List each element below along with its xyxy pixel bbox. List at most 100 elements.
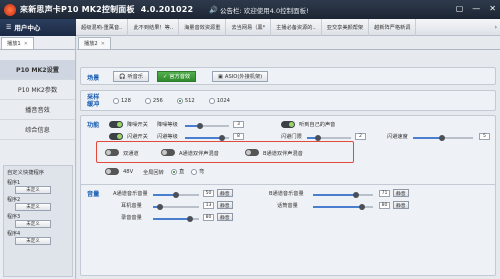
- asio-icon: ▣: [218, 73, 223, 80]
- sidebar-tabs: 播放1 ✕: [0, 36, 75, 50]
- nav-link-1[interactable]: 超级混响-重萬音..: [76, 18, 129, 36]
- user-center-button[interactable]: ☰ 用户中心: [0, 18, 76, 36]
- program-label: 程序2: [7, 197, 21, 203]
- notice-icon: 🔊: [209, 5, 219, 14]
- program-slot: 程序3 未定义: [4, 212, 72, 229]
- earphone-mute-button[interactable]: 静音: [217, 201, 233, 209]
- nav-link-7[interactable]: 越新阵严格新调: [369, 18, 417, 36]
- a-music-volume-label: A通道音乐音量: [113, 191, 148, 197]
- title-bar: 來新思声卡P10 MK2控制面板 4.0.201022 🔊 公告栏: 欢迎使用4…: [0, 0, 500, 19]
- radio-dot-icon: [144, 98, 151, 104]
- loop-bend-label: 弯: [199, 169, 205, 175]
- close-icon[interactable]: ✕: [24, 41, 28, 47]
- radio-dot-icon: [208, 98, 215, 104]
- b-music-volume-slider[interactable]: [313, 192, 373, 198]
- sample-label: 采样 缓冲: [87, 94, 100, 108]
- side-menu: P10 MK2设置 P10 MK2参数 播音音效 综合信息: [0, 60, 75, 140]
- a-music-volume-slider[interactable]: [153, 192, 199, 198]
- earphone-volume-value[interactable]: 13: [203, 202, 214, 209]
- tab-play2[interactable]: 播放2 ✕: [78, 37, 111, 49]
- loop-bend-radio[interactable]: 弯: [191, 168, 204, 175]
- close-icon[interactable]: ✕: [101, 41, 105, 47]
- scene-official-button[interactable]: ✓ 官方音效: [157, 71, 197, 82]
- radio-dot-icon: [171, 168, 177, 175]
- headphone-icon: 🎧: [119, 73, 126, 80]
- program-1-button[interactable]: 未定义: [15, 186, 51, 194]
- denoise-level-value[interactable]: 3: [233, 121, 244, 128]
- nav-link-2[interactable]: 此不到结果！等..: [128, 18, 180, 36]
- chevron-right-icon[interactable]: ›: [495, 24, 497, 31]
- sidebar-item-effects[interactable]: 播音音效: [0, 100, 75, 120]
- main-tabs: 播放2 ✕: [77, 36, 500, 50]
- program-3-button[interactable]: 未定义: [15, 220, 51, 228]
- ducking-level-value[interactable]: 8: [233, 133, 244, 140]
- tab-play1[interactable]: 播放1 ✕: [1, 37, 34, 49]
- restore-button[interactable]: ▢: [456, 4, 464, 13]
- loop-straight-label: 直: [179, 169, 185, 175]
- b-music-volume-label: B通道音乐音量: [269, 191, 304, 197]
- sample-panel: 采样 缓冲 128 256 512 1024: [80, 90, 496, 111]
- radio-dot-icon: [176, 98, 183, 104]
- sample-option: 512: [184, 98, 195, 104]
- ducking-level-label: 闪避等级: [157, 134, 178, 140]
- a-music-mute-button[interactable]: 静音: [217, 189, 233, 197]
- sample-256-radio[interactable]: 256: [144, 98, 163, 104]
- radio-dot-icon: [191, 168, 197, 175]
- program-slot: 程序2 未定义: [4, 195, 72, 212]
- denoise-toggle[interactable]: [109, 121, 123, 128]
- ducking-speed-slider[interactable]: [413, 135, 473, 141]
- app-logo-icon: [4, 3, 16, 16]
- program-4-button[interactable]: 未定义: [15, 237, 51, 245]
- mic-volume-slider[interactable]: [313, 204, 373, 210]
- earphone-volume-slider[interactable]: [153, 204, 199, 210]
- ducking-threshold-value[interactable]: 2: [355, 133, 366, 140]
- ducking-threshold-label: 闪避门限: [281, 134, 302, 140]
- ducking-level-slider[interactable]: [185, 135, 229, 141]
- scene-asio-button[interactable]: ▣ ASIO(外接机架): [212, 71, 269, 82]
- close-button[interactable]: ✕: [489, 4, 496, 13]
- sample-1024-radio[interactable]: 1024: [208, 98, 230, 104]
- monitor-toggle[interactable]: [281, 121, 295, 128]
- ducking-threshold-slider[interactable]: [307, 135, 351, 141]
- b-music-volume-value[interactable]: 71: [379, 190, 390, 197]
- top-nav: ☰ 用户中心 超级混响-重萬音.. 此不到结果！等.. 海量音效资源重 去当网易…: [0, 18, 500, 36]
- minimize-button[interactable]: —: [472, 4, 480, 13]
- program-label: 程序4: [7, 231, 21, 237]
- scene-music-button[interactable]: 🎧 听音乐: [113, 71, 150, 82]
- nav-link-4[interactable]: 去当网易（黑*: [226, 18, 272, 36]
- sidebar-item-p10-params[interactable]: P10 MK2参数: [0, 80, 75, 100]
- record-volume-value[interactable]: 80: [203, 214, 214, 221]
- sample-128-radio[interactable]: 128: [113, 98, 131, 104]
- loop-straight-radio[interactable]: 直: [171, 168, 184, 175]
- nav-link-6[interactable]: 亚交享美颜帮架: [322, 18, 370, 36]
- ducking-toggle[interactable]: [109, 133, 123, 140]
- sidebar-item-p10-settings[interactable]: P10 MK2设置: [0, 60, 75, 80]
- phantom-48v-toggle[interactable]: [105, 168, 119, 175]
- mic-volume-value[interactable]: 80: [379, 202, 390, 209]
- sample-option: 1024: [216, 98, 230, 104]
- sidebar: 播放1 ✕ P10 MK2设置 P10 MK2参数 播音音效 综合信息 自定义快…: [0, 36, 76, 279]
- earphone-volume-label: 耳机音量: [121, 203, 142, 209]
- sidebar-item-info[interactable]: 综合信息: [0, 120, 75, 140]
- ducking-speed-value[interactable]: 5: [479, 133, 490, 140]
- nav-link-3[interactable]: 海量音效资源重: [179, 18, 227, 36]
- scene-panel: 场景 🎧 听音乐 ✓ 官方音效 ▣ ASIO(外接机架): [80, 67, 496, 85]
- nav-link-5[interactable]: 主播必备资源的..: [271, 18, 322, 36]
- record-mute-button[interactable]: 静音: [217, 213, 233, 221]
- phantom-48v-label: 48V: [123, 169, 134, 175]
- custom-programs-title: 自定义快捷程序: [7, 170, 45, 176]
- tab-play2-label: 播放2: [84, 41, 98, 47]
- program-2-button[interactable]: 未定义: [15, 203, 51, 211]
- monitor-label: 听到自己的声音: [299, 122, 336, 128]
- a-music-volume-value[interactable]: 50: [203, 190, 214, 197]
- record-volume-slider[interactable]: [153, 216, 199, 222]
- denoise-level-slider[interactable]: [185, 123, 229, 129]
- program-slot: 程序4 未定义: [4, 229, 72, 246]
- volume-label: 音量: [87, 191, 100, 198]
- check-icon: ✓: [163, 73, 168, 80]
- sample-512-radio[interactable]: 512: [176, 98, 195, 104]
- scene-label: 场景: [87, 75, 100, 82]
- mic-mute-button[interactable]: 静音: [393, 201, 409, 209]
- b-music-mute-button[interactable]: 静音: [393, 189, 409, 197]
- scene-music-label: 听音乐: [127, 74, 144, 80]
